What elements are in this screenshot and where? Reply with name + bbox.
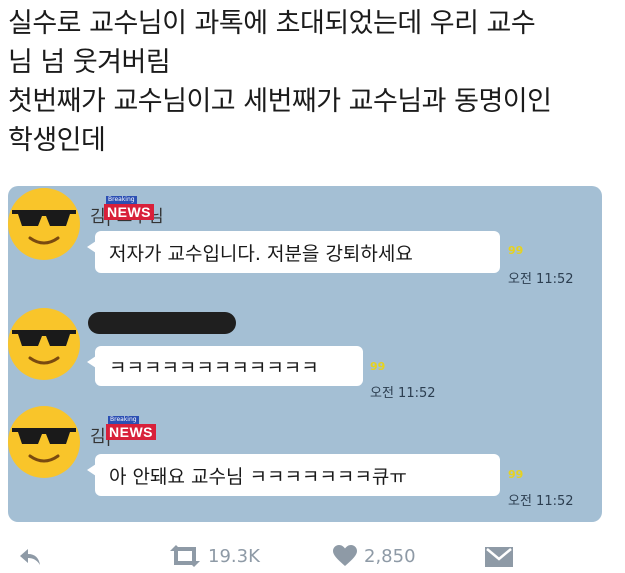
reply-icon [20, 549, 40, 565]
redacted-sender-name [88, 312, 236, 334]
breaking-label: Breaking [106, 196, 137, 204]
breaking-news-sticker: Breaking NEWS [104, 196, 160, 222]
message-time: 오전 11:52 [370, 386, 436, 401]
direct-message-button[interactable] [484, 546, 514, 568]
message-text: 아 안돼요 교수님 ㅋㅋㅋㅋㅋㅋㅋ큐ㅠ [109, 465, 407, 488]
message-bubble: 저자가 교수입니다. 저분을 강퇴하세요 [87, 231, 500, 273]
unread-count: 99 [370, 360, 386, 373]
like-count: 2,850 [364, 545, 416, 567]
avatar-sunglasses-icon [8, 308, 80, 380]
tweet-text: 실수로 교수님이 과톡에 초대되었는데 우리 교수 님 넘 웃겨버림 첫번째가 … [8, 4, 618, 160]
message-text: ㅋㅋㅋㅋㅋㅋㅋㅋㅋㅋㅋㅋ [109, 356, 319, 379]
retweet-icon [170, 545, 200, 567]
news-label: NEWS [106, 424, 156, 440]
tweet-line: 학생인데 [8, 125, 106, 156]
chat-screenshot-image[interactable]: 김| 교수님 Breaking NEWS 저자가 교수입니다. 저분을 강퇴하세… [8, 186, 602, 522]
heart-icon [333, 545, 357, 566]
retweet-button[interactable]: 19.3K [168, 544, 260, 568]
reply-button[interactable] [18, 546, 42, 568]
tweet-actions: 19.3K 2,850 [0, 540, 625, 573]
breaking-label: Breaking [108, 416, 139, 424]
message-time: 오전 11:52 [508, 494, 574, 509]
breaking-news-sticker: Breaking NEWS [106, 416, 162, 442]
news-label: NEWS [104, 204, 154, 220]
avatar-sunglasses-icon [8, 188, 80, 260]
tweet-line: 실수로 교수님이 과톡에 초대되었는데 우리 교수 [8, 8, 536, 39]
unread-count: 99 [508, 244, 524, 257]
like-button[interactable]: 2,850 [332, 544, 416, 568]
avatar-sunglasses-icon [8, 406, 80, 478]
message-bubble: 아 안돼요 교수님 ㅋㅋㅋㅋㅋㅋㅋ큐ㅠ [87, 454, 500, 496]
message-text: 저자가 교수입니다. 저분을 강퇴하세요 [109, 242, 413, 265]
unread-count: 99 [508, 468, 524, 481]
message-time: 오전 11:52 [508, 272, 574, 287]
envelope-icon [485, 547, 513, 567]
tweet-line: 님 넘 웃겨버림 [8, 47, 171, 78]
message-bubble: ㅋㅋㅋㅋㅋㅋㅋㅋㅋㅋㅋㅋ [87, 346, 363, 386]
tweet-line: 첫번째가 교수님이고 세번째가 교수님과 동명이인 [8, 86, 552, 117]
retweet-count: 19.3K [208, 545, 260, 567]
